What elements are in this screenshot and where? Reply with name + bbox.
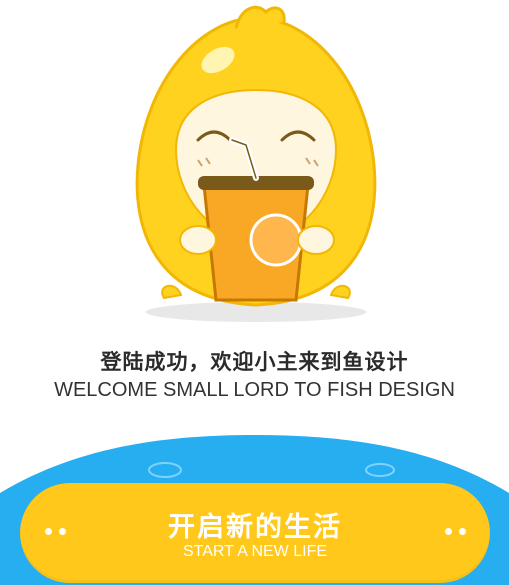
success-page: 登陆成功，欢迎小主来到鱼设计 WELCOME SMALL LORD TO FIS… (0, 0, 509, 585)
start-new-life-button[interactable]: 开启新的生活 START A NEW LIFE (20, 483, 490, 583)
right-dots-icon (445, 528, 475, 538)
welcome-title-en: WELCOME SMALL LORD TO FISH DESIGN (54, 379, 455, 401)
button-label-cn: 开启新的生活 (168, 512, 342, 543)
button-label-en: START A NEW LIFE (182, 543, 328, 560)
chick-mascot-icon (135, 5, 377, 322)
welcome-title-cn: 登陆成功，欢迎小主来到鱼设计 (100, 350, 409, 374)
